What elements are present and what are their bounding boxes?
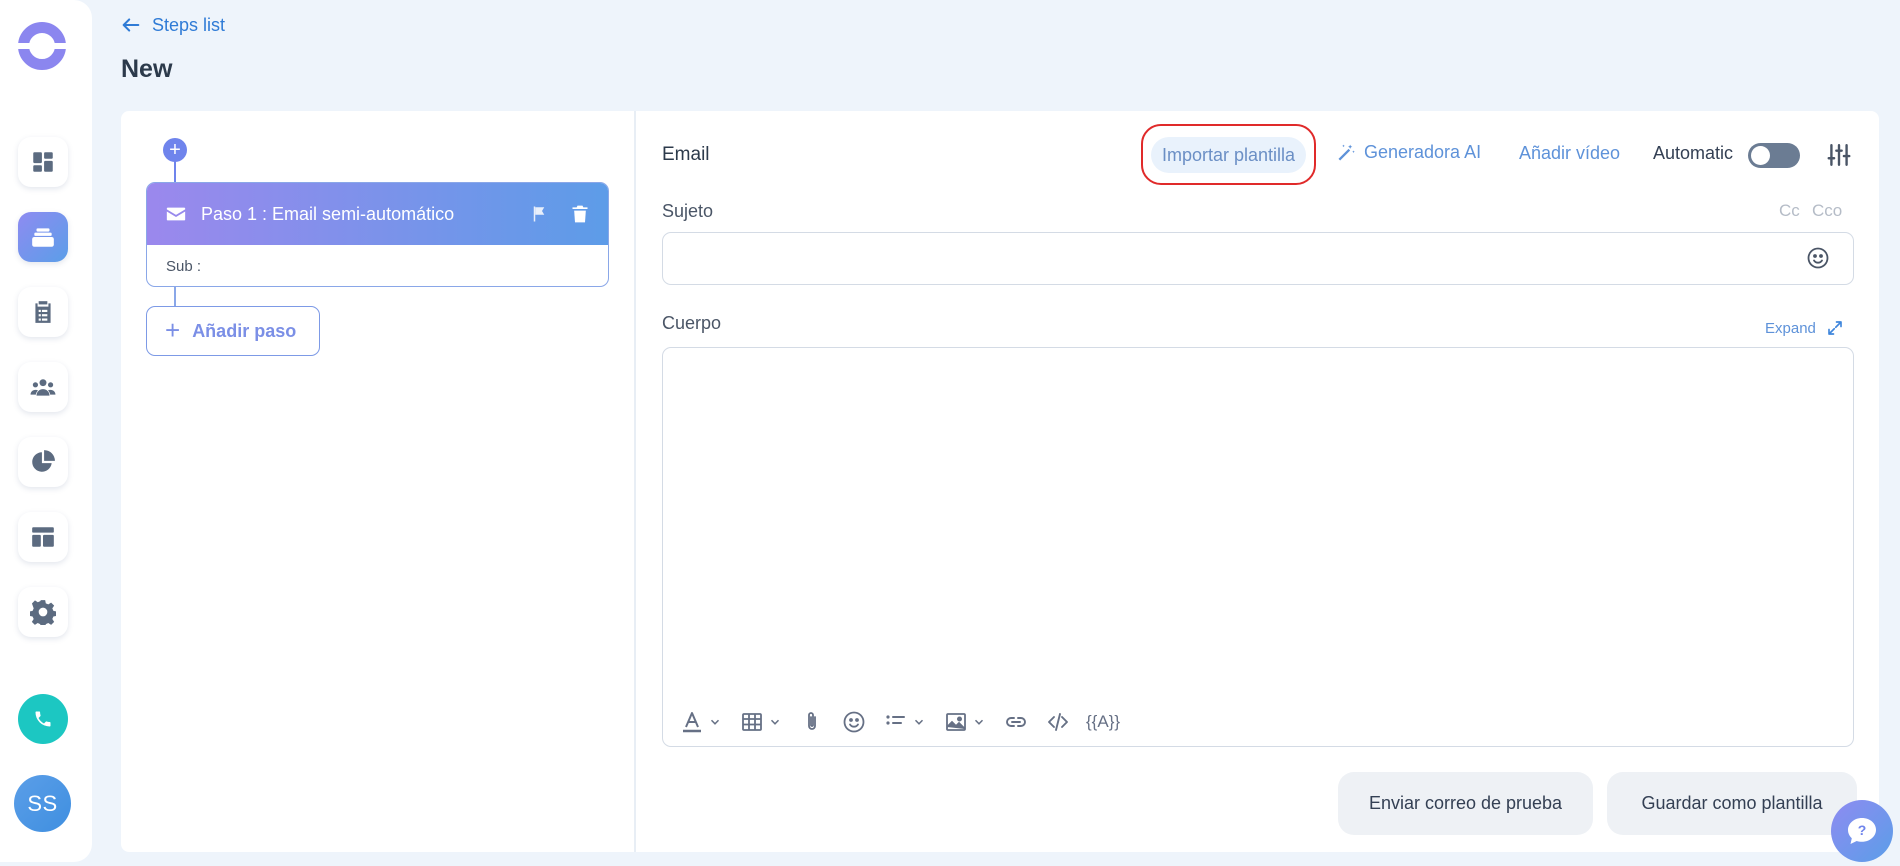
- send-test-email-button[interactable]: Enviar correo de prueba: [1338, 772, 1593, 835]
- list-icon: [886, 715, 905, 725]
- dashboard-nav-button[interactable]: [18, 137, 68, 187]
- sidebar: SS: [0, 0, 92, 862]
- emoji-icon[interactable]: [1806, 246, 1830, 270]
- campaigns-nav-button[interactable]: [18, 212, 68, 262]
- text-color-icon: [683, 712, 701, 733]
- code-icon: [1048, 713, 1068, 731]
- phone-icon: [35, 711, 51, 727]
- back-link-label: Steps list: [152, 14, 226, 35]
- user-avatar[interactable]: SS: [14, 775, 71, 832]
- emoji-button[interactable]: [836, 707, 872, 737]
- reports-nav-button[interactable]: [18, 437, 68, 487]
- expand-icon: [1828, 321, 1842, 335]
- back-to-steps-link[interactable]: Steps list: [120, 14, 225, 36]
- table-button[interactable]: [734, 707, 788, 737]
- attach-button[interactable]: [794, 707, 830, 737]
- body-editor[interactable]: [662, 347, 1854, 747]
- image-icon: [946, 713, 966, 731]
- help-button[interactable]: ?: [1831, 800, 1893, 862]
- save-as-template-button[interactable]: Guardar como plantilla: [1607, 772, 1857, 835]
- phone-button[interactable]: [18, 694, 68, 744]
- step-connector: [174, 287, 176, 307]
- chevron-down-icon: [770, 719, 780, 725]
- step-card[interactable]: Paso 1 : Email semi-automático Sub :: [146, 182, 609, 287]
- image-button[interactable]: [938, 707, 992, 737]
- plus-icon: +: [165, 315, 181, 345]
- flag-icon[interactable]: [530, 205, 548, 223]
- body-label: Cuerpo: [662, 313, 722, 333]
- automatic-label: Automatic: [1653, 143, 1734, 163]
- add-step-label: Añadir paso: [192, 320, 297, 341]
- automatic-toggle[interactable]: [1748, 143, 1800, 168]
- subject-input[interactable]: [662, 232, 1854, 285]
- contacts-icon: [30, 379, 56, 396]
- chevron-down-icon: [710, 719, 720, 725]
- cco-toggle[interactable]: Cco: [1812, 201, 1842, 221]
- app-logo: [15, 22, 69, 70]
- email-section-title: Email: [662, 144, 710, 165]
- expand-label: Expand: [1765, 319, 1816, 337]
- tasks-nav-button[interactable]: [18, 287, 68, 337]
- contacts-nav-button[interactable]: [18, 362, 68, 412]
- table-icon: [742, 713, 762, 731]
- emoji-icon: [843, 711, 865, 733]
- sliders-icon[interactable]: [1826, 142, 1852, 168]
- help-chat-icon: ?: [1848, 818, 1876, 844]
- svg-text:?: ?: [1858, 822, 1867, 838]
- import-template-button[interactable]: Importar plantilla: [1151, 137, 1306, 173]
- step-subject: Sub :: [166, 257, 202, 275]
- trash-icon[interactable]: [570, 204, 590, 224]
- toggle-knob: [1751, 146, 1770, 165]
- dashboard-icon: [33, 152, 53, 172]
- gear-icon: [30, 600, 56, 625]
- panel-divider: [634, 111, 636, 852]
- settings-nav-button[interactable]: [18, 587, 68, 637]
- link-icon: [1006, 717, 1026, 727]
- subject-label: Sujeto: [662, 201, 714, 221]
- variables-button[interactable]: {{A}}: [1082, 712, 1124, 732]
- step-header: Paso 1 : Email semi-automático: [147, 183, 608, 245]
- expand-button[interactable]: Expand: [1765, 319, 1844, 337]
- page-title: New: [121, 55, 173, 83]
- cc-toggle[interactable]: Cc: [1779, 201, 1800, 221]
- magic-wand-icon: [1338, 144, 1355, 160]
- ai-generator-label: Generadora AI: [1364, 142, 1482, 162]
- step-connector: [174, 161, 176, 183]
- add-step-button[interactable]: + Añadir paso: [146, 306, 320, 356]
- templates-nav-button[interactable]: [18, 512, 68, 562]
- templates-icon: [32, 527, 54, 547]
- campaigns-icon: [32, 228, 54, 247]
- ai-generator-button[interactable]: Generadora AI: [1336, 142, 1481, 163]
- paperclip-icon: [808, 712, 816, 730]
- add-video-button[interactable]: Añadir vídeo: [1519, 143, 1620, 164]
- reports-icon: [32, 450, 55, 472]
- list-button[interactable]: [878, 707, 932, 737]
- arrow-left-icon: [122, 18, 140, 32]
- insert-step-above-button[interactable]: +: [163, 138, 187, 162]
- code-button[interactable]: [1040, 707, 1076, 737]
- mail-icon: [166, 207, 186, 221]
- chevron-down-icon: [914, 719, 924, 725]
- chevron-down-icon: [974, 719, 984, 725]
- tasks-icon: [35, 301, 51, 323]
- text-color-button[interactable]: [674, 707, 728, 737]
- step-title: Paso 1 : Email semi-automático: [201, 203, 455, 224]
- editor-toolbar: {{A}}: [674, 707, 1124, 737]
- link-button[interactable]: [998, 707, 1034, 737]
